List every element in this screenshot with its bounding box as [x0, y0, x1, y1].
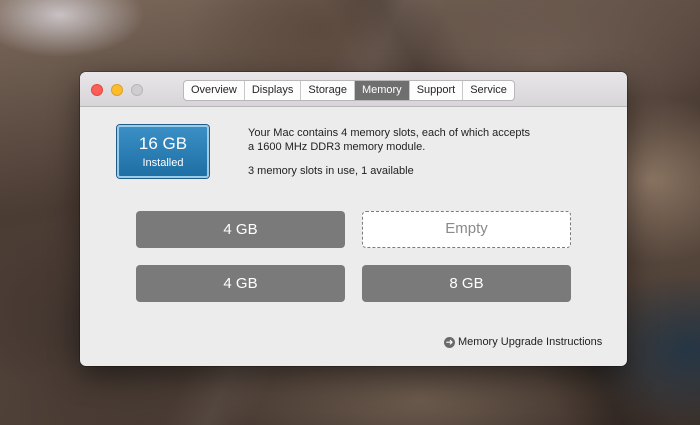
memory-upgrade-instructions-link[interactable]: ➜ Memory Upgrade Instructions	[444, 336, 602, 348]
memory-upgrade-instructions-label: Memory Upgrade Instructions	[458, 336, 603, 348]
memory-slot-2: Empty	[362, 211, 571, 248]
memory-slot-3: 4 GB	[136, 265, 345, 302]
tab-memory[interactable]: Memory	[354, 81, 410, 100]
tab-displays[interactable]: Displays	[245, 81, 302, 100]
zoom-window-button	[131, 84, 143, 96]
window-titlebar: Overview Displays Storage Memory Support…	[80, 72, 627, 107]
tab-overview[interactable]: Overview	[184, 81, 245, 100]
minimize-window-button[interactable]	[111, 84, 123, 96]
tab-support[interactable]: Support	[410, 81, 464, 100]
installed-memory-label: Installed	[142, 157, 184, 169]
tab-storage[interactable]: Storage	[301, 81, 355, 100]
close-window-button[interactable]	[91, 84, 103, 96]
tab-bar: Overview Displays Storage Memory Support…	[183, 80, 515, 101]
memory-slot-1: 4 GB	[136, 211, 345, 248]
installed-memory-size: 16 GB	[138, 134, 188, 153]
installed-memory-badge: 16 GB Installed	[117, 125, 209, 178]
memory-slot-4: 8 GB	[362, 265, 571, 302]
memory-description: Your Mac contains 4 memory slots, each o…	[248, 126, 578, 178]
tab-service[interactable]: Service	[463, 81, 514, 100]
about-this-mac-window: Overview Displays Storage Memory Support…	[80, 72, 627, 366]
arrow-right-circle-icon: ➜	[444, 336, 455, 348]
memory-slots-usage: 3 memory slots in use, 1 available	[248, 165, 414, 177]
memory-description-line2: a 1600 MHz DDR3 memory module.	[248, 141, 426, 153]
memory-description-line1: Your Mac contains 4 memory slots, each o…	[248, 127, 531, 139]
